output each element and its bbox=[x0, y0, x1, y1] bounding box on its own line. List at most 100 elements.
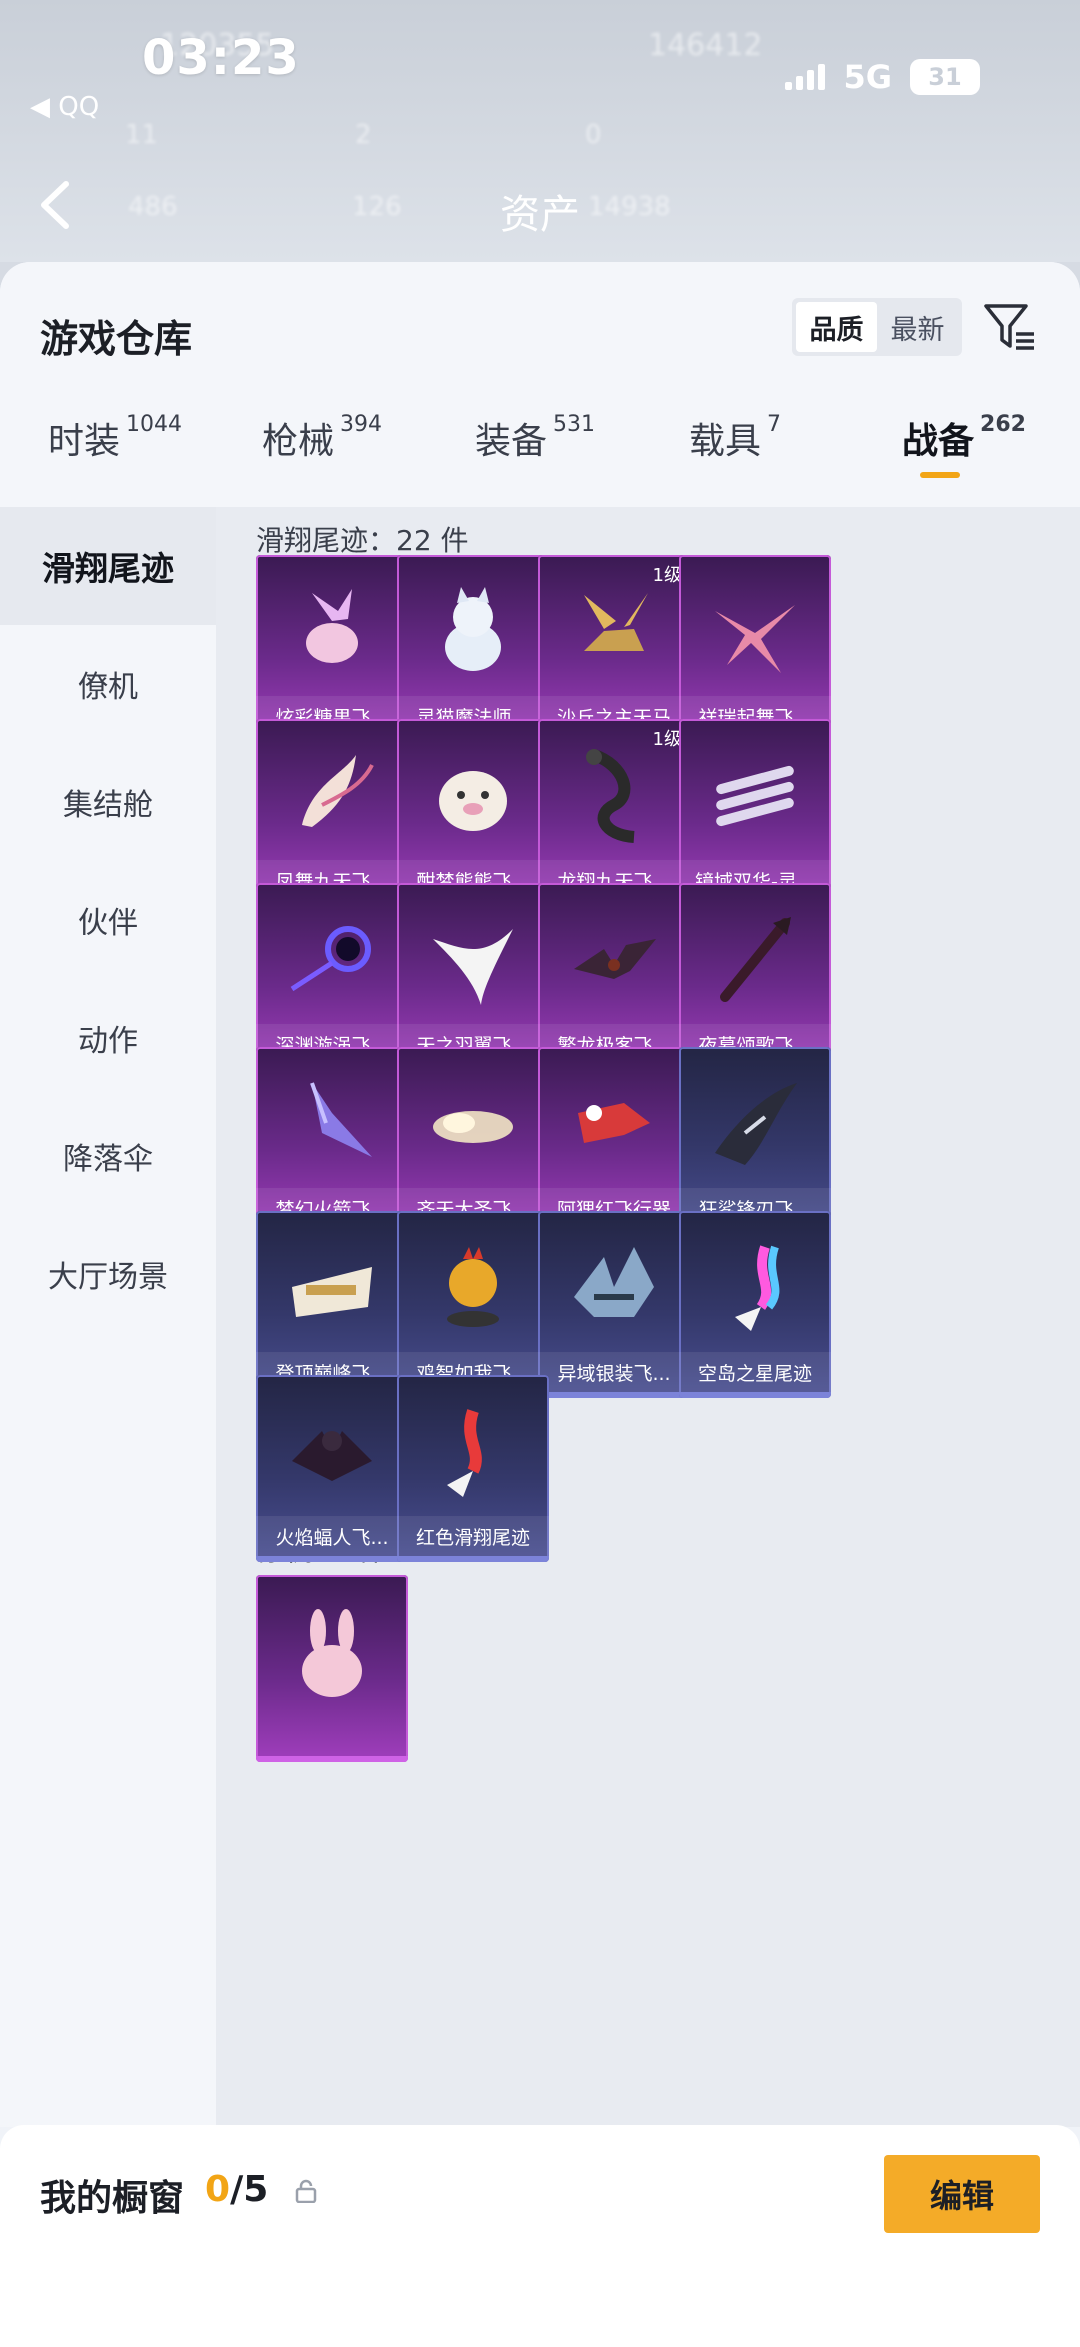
flame-bat-icon bbox=[292, 1431, 372, 1481]
body-area: 滑翔尾迹 僚机 集结舱 伙伴 动作 降落伞 大厅场景 滑翔尾迹：22 件 僚机：… bbox=[0, 507, 1080, 2127]
tab-count: 7 bbox=[767, 412, 782, 437]
silver-wing-icon bbox=[574, 1247, 654, 1317]
edit-button[interactable]: 编辑 bbox=[884, 2155, 1040, 2233]
item-card[interactable]: 凤舞九天飞... bbox=[256, 719, 408, 906]
network-type: 5G bbox=[843, 58, 892, 96]
item-card[interactable]: 阿狸红飞行器 bbox=[538, 1047, 690, 1234]
showcase-bar: 我的橱窗 0/5 编辑 bbox=[0, 2125, 1080, 2347]
item-name: 火焰蝠人飞... bbox=[256, 1516, 408, 1556]
section-title-glide-trail: 滑翔尾迹：22 件 bbox=[256, 524, 469, 557]
showcase-label: 我的橱窗 bbox=[40, 2178, 185, 2219]
item-card[interactable]: 酣梦熊熊飞... bbox=[397, 719, 549, 906]
phoenix-glider-icon bbox=[302, 755, 374, 827]
peak-glider-icon bbox=[292, 1267, 372, 1317]
rainbow-trail-icon bbox=[735, 1245, 780, 1331]
candy-glider-icon bbox=[306, 589, 358, 663]
sort-newest-button[interactable]: 最新 bbox=[877, 302, 958, 352]
bg-number: 486 bbox=[128, 192, 178, 222]
tab-fashion[interactable]: 时装 1044 bbox=[48, 412, 182, 464]
item-card[interactable]: 齐天大圣飞... bbox=[397, 1047, 549, 1234]
page-title: 游戏仓库 bbox=[40, 317, 193, 361]
bg-number: 11 bbox=[125, 120, 159, 150]
item-card[interactable]: 1级 沙丘之主天马 bbox=[538, 555, 690, 742]
battery-icon: 31 bbox=[910, 59, 980, 95]
sidebar-item-lobby-scene[interactable]: 大厅场景 bbox=[0, 1215, 216, 1333]
chicken-glider-icon bbox=[447, 1247, 499, 1327]
tab-count: 262 bbox=[980, 412, 1026, 437]
dancing-glider-icon bbox=[715, 605, 795, 673]
showcase-count: 0/5 bbox=[205, 2169, 269, 2210]
bat-dragon-icon bbox=[574, 939, 656, 979]
item-card[interactable]: 祥瑞起舞飞... bbox=[679, 555, 831, 742]
item-card[interactable]: 异域银装飞... bbox=[538, 1211, 690, 1398]
item-name: 空岛之星尾迹 bbox=[679, 1352, 831, 1392]
background-header: 120355 146412 11 2 0 486 126 资产 14938 03… bbox=[0, 0, 1080, 262]
item-card[interactable]: 深渊漩涡飞... bbox=[256, 883, 408, 1070]
item-card[interactable] bbox=[256, 1575, 408, 1762]
bg-number: 0 bbox=[585, 120, 602, 150]
pink-bunny-icon bbox=[302, 1609, 362, 1697]
signal-icon bbox=[785, 64, 826, 90]
sidebar-item-assembly-pod[interactable]: 集结舱 bbox=[0, 743, 216, 861]
asset-label: 资产 bbox=[500, 192, 580, 238]
filter-icon[interactable] bbox=[982, 300, 1038, 356]
sidebar-item-glide-trail[interactable]: 滑翔尾迹 bbox=[0, 507, 216, 625]
sidebar-item-wingman[interactable]: 僚机 bbox=[0, 625, 216, 743]
sidebar-item-parachute[interactable]: 降落伞 bbox=[0, 1097, 216, 1215]
dragon-glider-icon bbox=[586, 749, 635, 843]
back-to-qq-link[interactable]: ◀ QQ bbox=[30, 92, 99, 122]
golden-cloud-icon bbox=[433, 1111, 513, 1143]
tab-count: 1044 bbox=[126, 412, 183, 437]
tab-firearms[interactable]: 枪械 394 bbox=[262, 412, 382, 464]
sidebar-item-emote[interactable]: 动作 bbox=[0, 979, 216, 1097]
item-name: 异域银装飞... bbox=[538, 1352, 690, 1392]
item-card[interactable]: 1级 龙翔九天飞... bbox=[538, 719, 690, 906]
sort-toggle: 品质 最新 bbox=[792, 298, 962, 356]
sheet-header: 游戏仓库 品质 最新 时装 1044 枪械 394 装备 531 载具 7 战备 262 bbox=[0, 262, 1080, 507]
tab-battle-gear[interactable]: 战备 262 bbox=[902, 412, 1026, 478]
dream-rocket-icon bbox=[310, 1082, 372, 1157]
item-level-badge: 1级 bbox=[652, 565, 682, 586]
item-name: 红色滑翔尾迹 bbox=[397, 1516, 549, 1556]
item-card[interactable]: 梦幻火箭飞... bbox=[256, 1047, 408, 1234]
sleepy-bear-icon bbox=[439, 771, 507, 831]
item-card[interactable]: 炫彩糖果飞... bbox=[256, 555, 408, 742]
feather-wing-icon bbox=[433, 929, 513, 1005]
tab-equipment[interactable]: 装备 531 bbox=[475, 412, 595, 464]
sidebar: 滑翔尾迹 僚机 集结舱 伙伴 动作 降落伞 大厅场景 bbox=[0, 507, 216, 2127]
item-card[interactable]: 登顶巅峰飞... bbox=[256, 1211, 408, 1398]
item-card[interactable]: 天之羽翼飞... bbox=[397, 883, 549, 1070]
item-level-badge: 1级 bbox=[652, 729, 682, 750]
bg-number: 126 bbox=[352, 192, 402, 222]
item-card[interactable]: 鸡智如我飞... bbox=[397, 1211, 549, 1398]
night-spear-icon bbox=[720, 917, 791, 1002]
active-tab-underline bbox=[920, 472, 960, 478]
sidebar-item-companion[interactable]: 伙伴 bbox=[0, 861, 216, 979]
shark-blade-icon bbox=[715, 1083, 797, 1165]
lock-icon bbox=[295, 2179, 317, 2203]
sort-quality-button[interactable]: 品质 bbox=[796, 302, 877, 352]
warehouse-sheet: 游戏仓库 品质 最新 时装 1044 枪械 394 装备 531 载具 7 战备 262 … bbox=[0, 262, 1080, 2347]
tab-vehicles[interactable]: 载具 7 bbox=[689, 412, 781, 464]
back-chevron-icon[interactable] bbox=[36, 180, 76, 230]
tab-count: 394 bbox=[340, 412, 383, 437]
abyss-vortex-icon bbox=[290, 926, 371, 992]
status-time: 03:23 bbox=[142, 30, 300, 86]
item-card[interactable]: 狂鲨锋刃飞... bbox=[679, 1047, 831, 1234]
item-card[interactable]: 繁龙极客飞... bbox=[538, 883, 690, 1070]
item-card[interactable]: 灵猫魔法师... bbox=[397, 555, 549, 742]
item-card[interactable]: 镜域双华-灵... bbox=[679, 719, 831, 906]
bg-number: 146412 bbox=[648, 28, 763, 63]
item-card[interactable]: 火焰蝠人飞... bbox=[256, 1375, 408, 1562]
cat-mage-icon bbox=[445, 587, 501, 671]
item-grid-area: 滑翔尾迹：22 件 僚机：1件 炫彩糖果飞...灵猫魔法师...1级沙丘之主天马… bbox=[216, 507, 1080, 2127]
red-aircraft-icon bbox=[578, 1103, 650, 1143]
item-card[interactable]: 空岛之星尾迹 bbox=[679, 1211, 831, 1398]
item-card[interactable]: 红色滑翔尾迹 bbox=[397, 1375, 549, 1562]
item-card[interactable]: 夜幕颂歌飞... bbox=[679, 883, 831, 1070]
category-tabs: 时装 1044 枪械 394 装备 531 载具 7 战备 262 bbox=[0, 412, 1080, 507]
status-icons: 5G 31 bbox=[785, 58, 980, 96]
red-trail-icon bbox=[447, 1409, 482, 1497]
bg-number: 2 bbox=[355, 120, 372, 150]
crystal-wings-icon bbox=[716, 765, 794, 827]
